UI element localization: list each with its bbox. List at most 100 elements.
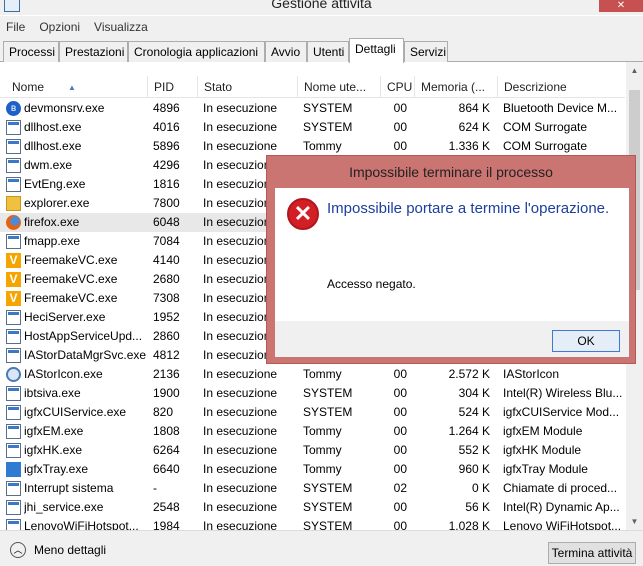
process-user: SYSTEM [303, 519, 353, 530]
process-memory: 552 K [458, 443, 490, 457]
table-row[interactable]: dllhost.exe 5896 In esecuzione Tommy 00 1.336… [0, 137, 625, 156]
tab-servizi[interactable]: Servizi [404, 41, 448, 62]
less-details-button[interactable]: ︿ Meno dettagli [10, 542, 106, 558]
process-cpu: 00 [393, 500, 407, 514]
ok-button[interactable]: OK [552, 330, 620, 352]
column-header-stato[interactable]: Stato [198, 76, 298, 98]
column-header-memoria[interactable]: Memoria (... [415, 76, 498, 98]
freemake-icon: V [6, 253, 21, 268]
process-memory: 1.028 K [448, 519, 490, 530]
column-header-cpu[interactable]: CPU [381, 76, 415, 98]
column-header-descrizione[interactable]: Descrizione [498, 76, 625, 98]
process-pid: 2680 [153, 272, 180, 286]
process-status: In esecuzione [203, 120, 278, 134]
process-name: igfxEM.exe [24, 424, 84, 438]
tab-avvio[interactable]: Avvio [265, 41, 307, 62]
column-header-pid[interactable]: PID [148, 76, 198, 98]
table-row[interactable]: jhi_service.exe 2548 In esecuzione SYSTEM 00… [0, 498, 625, 517]
process-memory: 960 K [458, 462, 490, 476]
process-description: COM Surrogate [503, 120, 588, 134]
process-description: Lenovo WiFiHotspot... [503, 519, 622, 530]
process-cpu: 00 [393, 139, 407, 153]
process-user: SYSTEM [303, 120, 353, 134]
table-row[interactable]: igfxEM.exe 1808 In esecuzione Tommy 00 1.264 … [0, 422, 625, 441]
process-pid: 4296 [153, 158, 180, 172]
process-user: Tommy [303, 462, 342, 476]
process-pid: 7308 [153, 291, 180, 305]
tab-cronologia[interactable]: Cronologia applicazioni [128, 41, 265, 62]
process-pid: 820 [153, 405, 174, 419]
process-user: SYSTEM [303, 481, 353, 495]
process-memory: 864 K [458, 101, 490, 115]
window-icon [6, 139, 21, 154]
table-row[interactable]: igfxHK.exe 6264 In esecuzione Tommy 00 552 K i… [0, 441, 625, 460]
process-pid: 4140 [153, 253, 180, 267]
process-description: Bluetooth Device M... [503, 101, 618, 115]
process-cpu: 00 [393, 101, 407, 115]
process-cpu: 00 [393, 386, 407, 400]
process-memory: 2.572 K [448, 367, 490, 381]
process-status: In esecuzione [203, 367, 278, 381]
process-user: SYSTEM [303, 101, 353, 115]
process-user: SYSTEM [303, 405, 353, 419]
freemake-icon: V [6, 272, 21, 287]
window-icon [6, 500, 21, 515]
table-row[interactable]: ʙ devmonsrv.exe 4896 In esecuzione SYSTEM 00 8… [0, 99, 625, 118]
process-pid: 1816 [153, 177, 180, 191]
scroll-up-icon[interactable]: ▲ [626, 62, 643, 79]
process-pid: 2860 [153, 329, 180, 343]
column-header-nome-utente[interactable]: Nome ute... [298, 76, 381, 98]
window-icon [6, 310, 21, 325]
process-name: dwm.exe [24, 158, 73, 172]
end-task-button[interactable]: Termina attività [548, 542, 636, 564]
table-row[interactable]: igfxTray.exe 6640 In esecuzione Tommy 00 960 … [0, 460, 625, 479]
window-icon [6, 405, 21, 420]
tab-prestazioni[interactable]: Prestazioni [59, 41, 128, 62]
menu-view[interactable]: Visualizza [94, 20, 148, 34]
folder-icon [6, 196, 21, 211]
process-status: In esecuzione [203, 481, 278, 495]
window-icon [6, 120, 21, 135]
process-status: In esecuzione [203, 101, 278, 115]
tab-utenti[interactable]: Utenti [307, 41, 349, 62]
process-user: Tommy [303, 139, 342, 153]
gear-icon [6, 367, 21, 382]
window-title: Gestione attività [271, 0, 372, 11]
column-header-nome[interactable]: Nome [6, 76, 148, 98]
tab-dettagli[interactable]: Dettagli [349, 38, 404, 63]
process-description: igfxEM Module [503, 424, 583, 438]
freemake-icon: V [6, 291, 21, 306]
table-row[interactable]: Interrupt sistema - In esecuzione SYSTEM 02 0… [0, 479, 625, 498]
process-memory: 56 K [465, 500, 490, 514]
table-row[interactable]: LenovoWiFiHotspot... 1984 In esecuzione SYS… [0, 517, 625, 530]
table-row[interactable]: IAStorIcon.exe 2136 In esecuzione Tommy 00 2.… [0, 365, 625, 384]
close-icon[interactable]: ✕ [599, 0, 643, 12]
tab-processi[interactable]: Processi [3, 41, 59, 62]
process-cpu: 00 [393, 519, 407, 530]
process-status: In esecuzione [203, 519, 278, 530]
title-bar: Gestione attività ✕ [0, 0, 643, 15]
process-name: LenovoWiFiHotspot... [24, 519, 139, 530]
table-header: ▲ Nome PID Stato Nome ute... CPU Memoria… [0, 76, 625, 98]
process-name: dllhost.exe [24, 120, 82, 134]
process-name: HostAppServiceUpd... [24, 329, 143, 343]
process-memory: 1.336 K [448, 139, 490, 153]
table-row[interactable]: igfxCUIService.exe 820 In esecuzione SYSTEM… [0, 403, 625, 422]
table-row[interactable]: dllhost.exe 4016 In esecuzione SYSTEM 00 624 … [0, 118, 625, 137]
process-pid: 1900 [153, 386, 180, 400]
less-details-label: Meno dettagli [34, 543, 107, 557]
process-name: FreemakeVC.exe [24, 291, 118, 305]
menu-options[interactable]: Opzioni [39, 20, 80, 34]
scroll-down-icon[interactable]: ▼ [626, 513, 643, 530]
process-description: COM Surrogate [503, 139, 588, 153]
menu-file[interactable]: File [6, 20, 25, 34]
process-pid: 7084 [153, 234, 180, 248]
footer-bar: ︿ Meno dettagli Termina attività [0, 530, 643, 566]
process-name: jhi_service.exe [24, 500, 104, 514]
process-name: igfxCUIService.exe [24, 405, 127, 419]
window-icon [6, 443, 21, 458]
process-description: igfxTray Module [503, 462, 588, 476]
process-pid: 2548 [153, 500, 180, 514]
table-row[interactable]: ibtsiva.exe 1900 In esecuzione SYSTEM 00 304 … [0, 384, 625, 403]
process-name: IAStorIcon.exe [24, 367, 103, 381]
